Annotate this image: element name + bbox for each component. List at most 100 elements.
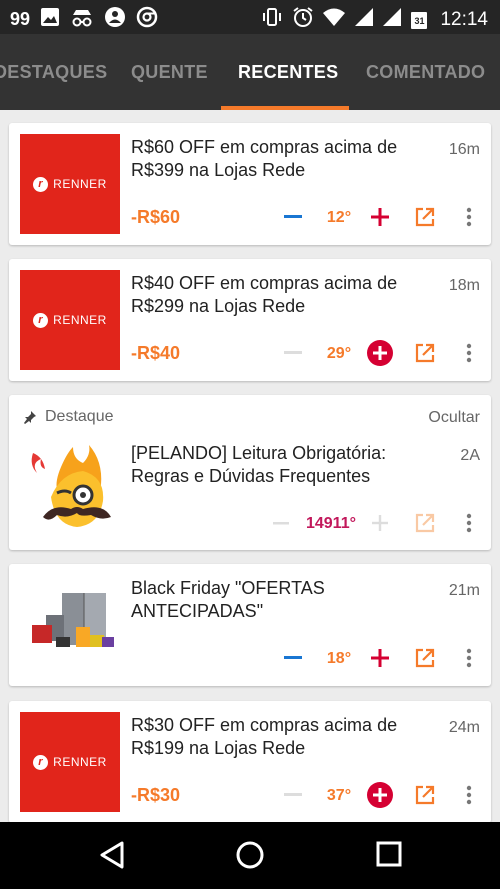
hide-button[interactable]: Ocultar — [428, 409, 480, 427]
more-options-button[interactable] — [457, 341, 481, 365]
deal-title[interactable]: R$30 OFF em compras acima de R$199 na Lo… — [131, 714, 431, 760]
deal-price: -R$30 — [131, 785, 181, 805]
deal-card[interactable]: r RENNER R$60 OFF em compras acima de R$3… — [9, 123, 491, 245]
chrome-icon — [136, 6, 158, 33]
open-deal-button[interactable] — [413, 783, 437, 807]
deal-card[interactable]: Black Friday "OFERTAS ANTECIPADAS" 21m 1… — [9, 564, 491, 686]
deal-card[interactable]: r RENNER R$40 OFF em compras acima de R$2… — [9, 259, 491, 381]
open-deal-button[interactable] — [413, 205, 437, 229]
calendar-icon: 31 — [410, 10, 428, 30]
tab-destaques[interactable]: DESTAQUES — [0, 62, 107, 83]
vote-up-button[interactable] — [368, 646, 392, 670]
deal-title[interactable]: R$60 OFF em compras acima de R$399 na Lo… — [131, 136, 431, 182]
open-deal-button[interactable] — [413, 511, 437, 535]
pinned-deal-card[interactable]: Destaque Ocultar [PELANDO] Leitura Obrig… — [9, 395, 491, 550]
recents-button[interactable] — [376, 840, 402, 873]
more-vert-icon — [466, 343, 472, 363]
deal-age: 2A — [460, 447, 480, 464]
back-icon — [100, 841, 124, 869]
pelando-mascot-image[interactable] — [21, 443, 121, 535]
deal-feed[interactable]: r RENNER R$60 OFF em compras acima de R$3… — [0, 110, 500, 822]
deal-thumbnail[interactable] — [20, 575, 120, 675]
deal-temperature: 37° — [326, 787, 352, 804]
more-options-button[interactable] — [457, 646, 481, 670]
minus-icon — [284, 793, 302, 796]
minus-icon — [284, 351, 302, 354]
deal-price: -R$60 — [131, 207, 181, 227]
vote-up-button[interactable] — [368, 511, 392, 535]
open-deal-button[interactable] — [413, 341, 437, 365]
deal-title[interactable]: Black Friday "OFERTAS ANTECIPADAS" — [131, 577, 431, 623]
open-deal-button[interactable] — [413, 646, 437, 670]
deal-age: 21m — [448, 582, 480, 599]
deal-age: 24m — [448, 719, 480, 736]
renner-logo: r RENNER — [33, 176, 107, 192]
vibrate-icon — [260, 7, 284, 32]
more-vert-icon — [466, 785, 472, 805]
minus-icon — [284, 215, 302, 218]
deal-card[interactable]: r RENNER R$30 OFF em compras acima de R$1… — [9, 701, 491, 822]
tab-quente[interactable]: QUENTE — [131, 62, 208, 83]
more-options-button[interactable] — [457, 205, 481, 229]
signal-icon — [354, 7, 374, 32]
renner-logo: r RENNER — [33, 754, 107, 770]
external-link-icon — [415, 648, 435, 668]
pinned-label: Destaque — [45, 408, 114, 425]
minus-icon — [284, 656, 302, 659]
tab-recentes[interactable]: RECENTES — [238, 62, 338, 83]
status-bar: 99 31 12:14 — [0, 0, 500, 34]
external-link-icon — [415, 207, 435, 227]
deal-age: 18m — [448, 277, 480, 294]
deal-temperature: 12° — [326, 209, 352, 226]
deal-title[interactable]: R$40 OFF em compras acima de R$299 na Lo… — [131, 272, 431, 318]
more-vert-icon — [466, 207, 472, 227]
incognito-icon — [70, 7, 94, 32]
more-vert-icon — [466, 648, 472, 668]
renner-logo: r RENNER — [33, 312, 107, 328]
deal-temperature: 14911° — [305, 515, 356, 532]
calendar-day: 31 — [414, 15, 425, 26]
external-link-icon — [415, 785, 435, 805]
vote-down-button[interactable] — [281, 205, 305, 229]
system-nav-bar — [0, 822, 500, 889]
pin-icon — [24, 411, 36, 424]
external-link-icon — [415, 513, 435, 533]
tab-comentado[interactable]: COMENTADO — [366, 62, 485, 83]
minus-icon — [273, 521, 289, 524]
deal-title[interactable]: [PELANDO] Leitura Obrigatória: Regras e … — [131, 442, 431, 488]
external-link-icon — [415, 343, 435, 363]
back-button[interactable] — [98, 840, 126, 875]
deal-temperature: 29° — [326, 345, 352, 362]
notification-count: 99 — [10, 9, 31, 29]
vote-down-button[interactable] — [269, 511, 293, 535]
clock: 12:14 — [440, 8, 488, 30]
deal-temperature: 18° — [326, 650, 352, 667]
more-vert-icon — [466, 513, 472, 533]
signal-icon — [382, 7, 402, 32]
vote-down-button[interactable] — [281, 783, 305, 807]
deal-age: 16m — [448, 141, 480, 158]
vote-up-button[interactable] — [366, 339, 394, 367]
plus-icon — [372, 515, 388, 531]
deal-thumbnail[interactable]: r RENNER — [20, 270, 120, 370]
home-button[interactable] — [235, 840, 265, 875]
deal-thumbnail[interactable]: r RENNER — [20, 712, 120, 812]
plus-icon — [367, 782, 393, 808]
vote-up-button[interactable] — [368, 205, 392, 229]
vote-down-button[interactable] — [281, 646, 305, 670]
vote-down-button[interactable] — [281, 341, 305, 365]
vote-up-button[interactable] — [366, 781, 394, 809]
more-options-button[interactable] — [457, 511, 481, 535]
recents-icon — [376, 841, 402, 867]
pinned-label-row: Destaque — [23, 408, 114, 426]
wifi-icon — [322, 7, 346, 32]
tab-bar: DESTAQUES QUENTE RECENTES COMENTADO — [0, 34, 500, 110]
deal-price: -R$40 — [131, 343, 181, 363]
home-icon — [236, 841, 264, 869]
plus-icon — [371, 208, 389, 226]
deal-thumbnail[interactable]: r RENNER — [20, 134, 120, 234]
more-options-button[interactable] — [457, 783, 481, 807]
plus-icon — [371, 649, 389, 667]
alarm-icon — [292, 6, 314, 33]
plus-icon — [367, 340, 393, 366]
